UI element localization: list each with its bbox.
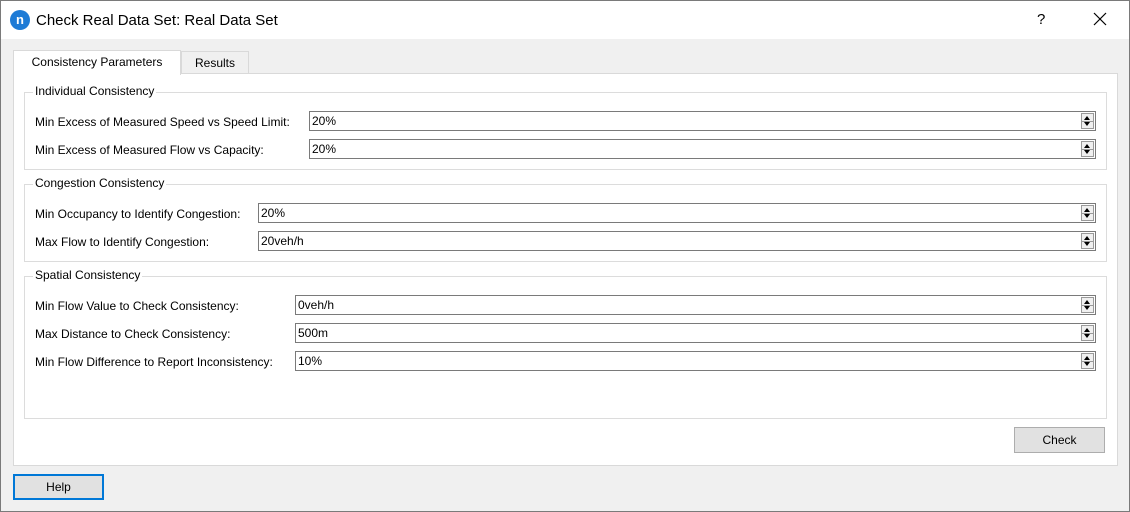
- individual-consistency-group: Individual Consistency Min Excess of Mea…: [24, 84, 1107, 170]
- arrow-up-icon: [1084, 356, 1090, 360]
- field-label: Max Distance to Check Consistency:: [35, 327, 231, 341]
- field-label: Min Occupancy to Identify Congestion:: [35, 207, 241, 221]
- min-occupancy-spinbox[interactable]: [258, 203, 1096, 223]
- max-flow-congestion-input[interactable]: [261, 233, 1073, 249]
- help-button[interactable]: Help: [13, 474, 104, 500]
- tab-consistency-parameters[interactable]: Consistency Parameters: [13, 50, 181, 75]
- min-excess-speed-input[interactable]: [312, 113, 1073, 129]
- spin-down-button[interactable]: [1082, 213, 1093, 220]
- spin-buttons: [1081, 297, 1094, 313]
- spin-down-button[interactable]: [1082, 121, 1093, 128]
- group-title: Individual Consistency: [33, 84, 157, 98]
- field-label: Min Excess of Measured Flow vs Capacity:: [35, 143, 264, 157]
- spin-down-button[interactable]: [1082, 333, 1093, 340]
- min-flow-value-input[interactable]: [298, 297, 1073, 313]
- min-excess-flow-input[interactable]: [312, 141, 1073, 157]
- arrow-down-icon: [1084, 334, 1090, 338]
- arrow-up-icon: [1084, 208, 1090, 212]
- arrow-down-icon: [1084, 122, 1090, 126]
- max-distance-spinbox[interactable]: [295, 323, 1096, 343]
- spin-buttons: [1081, 233, 1094, 249]
- close-icon[interactable]: [1091, 10, 1109, 28]
- spin-buttons: [1081, 353, 1094, 369]
- spin-buttons: [1081, 141, 1094, 157]
- field-label: Min Flow Value to Check Consistency:: [35, 299, 239, 313]
- field-label: Min Excess of Measured Speed vs Speed Li…: [35, 115, 290, 129]
- app-logo-icon: n: [10, 10, 30, 30]
- spin-down-button[interactable]: [1082, 149, 1093, 156]
- arrow-down-icon: [1084, 306, 1090, 310]
- arrow-down-icon: [1084, 362, 1090, 366]
- min-excess-flow-spinbox[interactable]: [309, 139, 1096, 159]
- arrow-down-icon: [1084, 150, 1090, 154]
- group-title: Congestion Consistency: [33, 176, 167, 190]
- spin-down-button[interactable]: [1082, 241, 1093, 248]
- check-button[interactable]: Check: [1014, 427, 1105, 453]
- window-title: Check Real Data Set: Real Data Set: [36, 12, 278, 29]
- dialog-window: n Check Real Data Set: Real Data Set ? C…: [0, 0, 1130, 512]
- group-title: Spatial Consistency: [33, 268, 143, 282]
- arrow-up-icon: [1084, 144, 1090, 148]
- consistency-parameters-panel: Individual Consistency Min Excess of Mea…: [13, 73, 1118, 466]
- min-flow-value-spinbox[interactable]: [295, 295, 1096, 315]
- field-label: Min Flow Difference to Report Inconsiste…: [35, 355, 273, 369]
- min-excess-speed-spinbox[interactable]: [309, 111, 1096, 131]
- min-occupancy-input[interactable]: [261, 205, 1073, 221]
- arrow-down-icon: [1084, 242, 1090, 246]
- max-distance-input[interactable]: [298, 325, 1073, 341]
- tab-results[interactable]: Results: [181, 51, 249, 74]
- arrow-down-icon: [1084, 214, 1090, 218]
- context-help-button[interactable]: ?: [1037, 11, 1045, 28]
- spin-buttons: [1081, 205, 1094, 221]
- congestion-consistency-group: Congestion Consistency Min Occupancy to …: [24, 176, 1107, 262]
- arrow-up-icon: [1084, 116, 1090, 120]
- spin-down-button[interactable]: [1082, 305, 1093, 312]
- spin-buttons: [1081, 113, 1094, 129]
- field-label: Max Flow to Identify Congestion:: [35, 235, 210, 249]
- min-flow-difference-input[interactable]: [298, 353, 1073, 369]
- arrow-up-icon: [1084, 236, 1090, 240]
- max-flow-congestion-spinbox[interactable]: [258, 231, 1096, 251]
- spin-down-button[interactable]: [1082, 361, 1093, 368]
- spatial-consistency-group: Spatial Consistency Min Flow Value to Ch…: [24, 268, 1107, 419]
- min-flow-difference-spinbox[interactable]: [295, 351, 1096, 371]
- title-bar: n Check Real Data Set: Real Data Set ?: [1, 1, 1129, 39]
- arrow-up-icon: [1084, 300, 1090, 304]
- arrow-up-icon: [1084, 328, 1090, 332]
- spin-buttons: [1081, 325, 1094, 341]
